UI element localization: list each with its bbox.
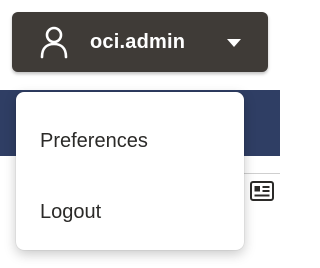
username-label: oci.admin [90, 30, 186, 53]
menu-item-label: Preferences [40, 129, 148, 152]
user-dropdown-menu: Preferences Logout [16, 92, 244, 250]
user-menu-button[interactable]: oci.admin [12, 12, 268, 72]
caret-down-icon [227, 39, 241, 47]
menu-item-preferences[interactable]: Preferences [16, 115, 244, 167]
menu-item-label: Logout [40, 200, 102, 223]
id-card-icon[interactable] [250, 180, 274, 202]
table-divider [244, 173, 280, 174]
menu-item-logout[interactable]: Logout [16, 186, 244, 238]
user-icon [40, 26, 68, 59]
